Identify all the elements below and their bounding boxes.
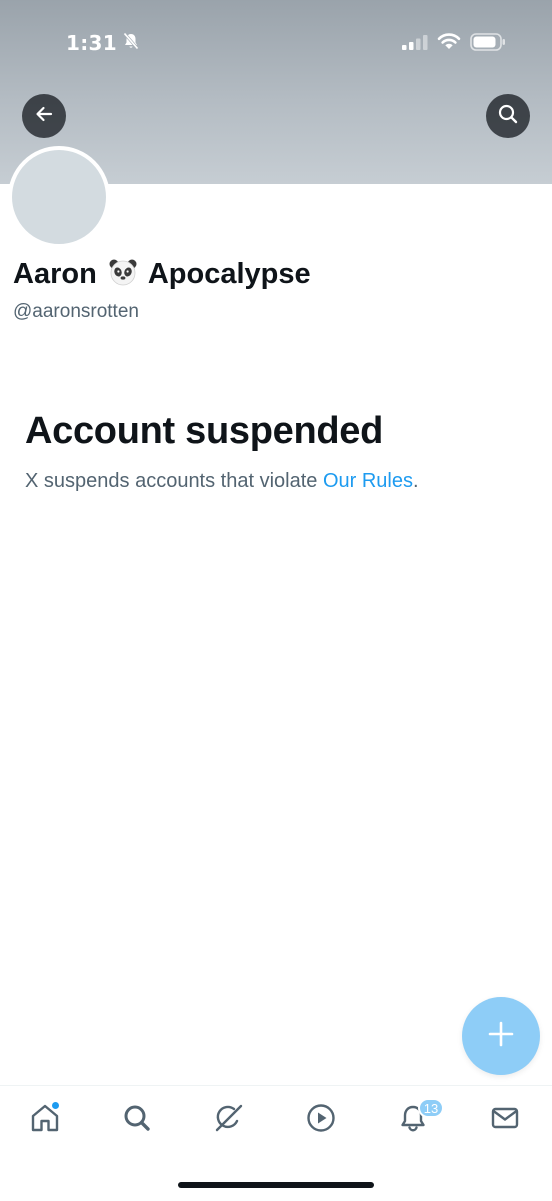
- tab-home[interactable]: [25, 1100, 65, 1140]
- avatar[interactable]: [8, 146, 110, 248]
- notification-badge: 13: [418, 1098, 444, 1118]
- tab-grok[interactable]: [209, 1100, 249, 1140]
- suspension-message: X suspends accounts that violate Our Rul…: [25, 470, 419, 493]
- search-icon: [121, 1102, 153, 1139]
- back-button[interactable]: [22, 94, 66, 138]
- suspension-message-text: X suspends accounts that violate: [25, 470, 323, 492]
- home-notification-dot: [52, 1102, 59, 1109]
- wifi-icon: [437, 33, 461, 56]
- play-icon: [305, 1102, 337, 1139]
- tab-explore[interactable]: [117, 1100, 157, 1140]
- search-icon: [497, 103, 519, 130]
- compose-button[interactable]: [462, 997, 540, 1075]
- display-name: Aaron Apocalypse: [13, 258, 311, 294]
- battery-icon: [470, 33, 506, 56]
- arrow-left-icon: [33, 103, 55, 130]
- panda-face-emoji: [109, 258, 137, 294]
- status-time: 1:31: [66, 31, 117, 55]
- status-bar: 1:31: [0, 0, 552, 90]
- bell-slash-icon: [123, 32, 139, 55]
- suspension-message-suffix: .: [413, 470, 419, 492]
- cellular-signal-icon: [402, 34, 428, 55]
- display-name-last: Apocalypse: [147, 258, 311, 290]
- suspension-title: Account suspended: [25, 410, 384, 452]
- tab-video[interactable]: [301, 1100, 341, 1140]
- our-rules-link[interactable]: Our Rules: [323, 470, 413, 492]
- header-search-button[interactable]: [486, 94, 530, 138]
- grok-icon: [212, 1101, 246, 1140]
- tab-notifications[interactable]: 13: [393, 1098, 444, 1140]
- tab-messages[interactable]: [485, 1100, 525, 1140]
- envelope-icon: [489, 1102, 521, 1139]
- home-indicator[interactable]: [178, 1182, 374, 1188]
- status-icons: [402, 33, 506, 56]
- status-time-group: 1:31: [66, 31, 139, 55]
- profile-handle: @aaronsrotten: [13, 301, 139, 322]
- plus-icon: [488, 1021, 514, 1052]
- display-name-first: Aaron: [13, 258, 97, 290]
